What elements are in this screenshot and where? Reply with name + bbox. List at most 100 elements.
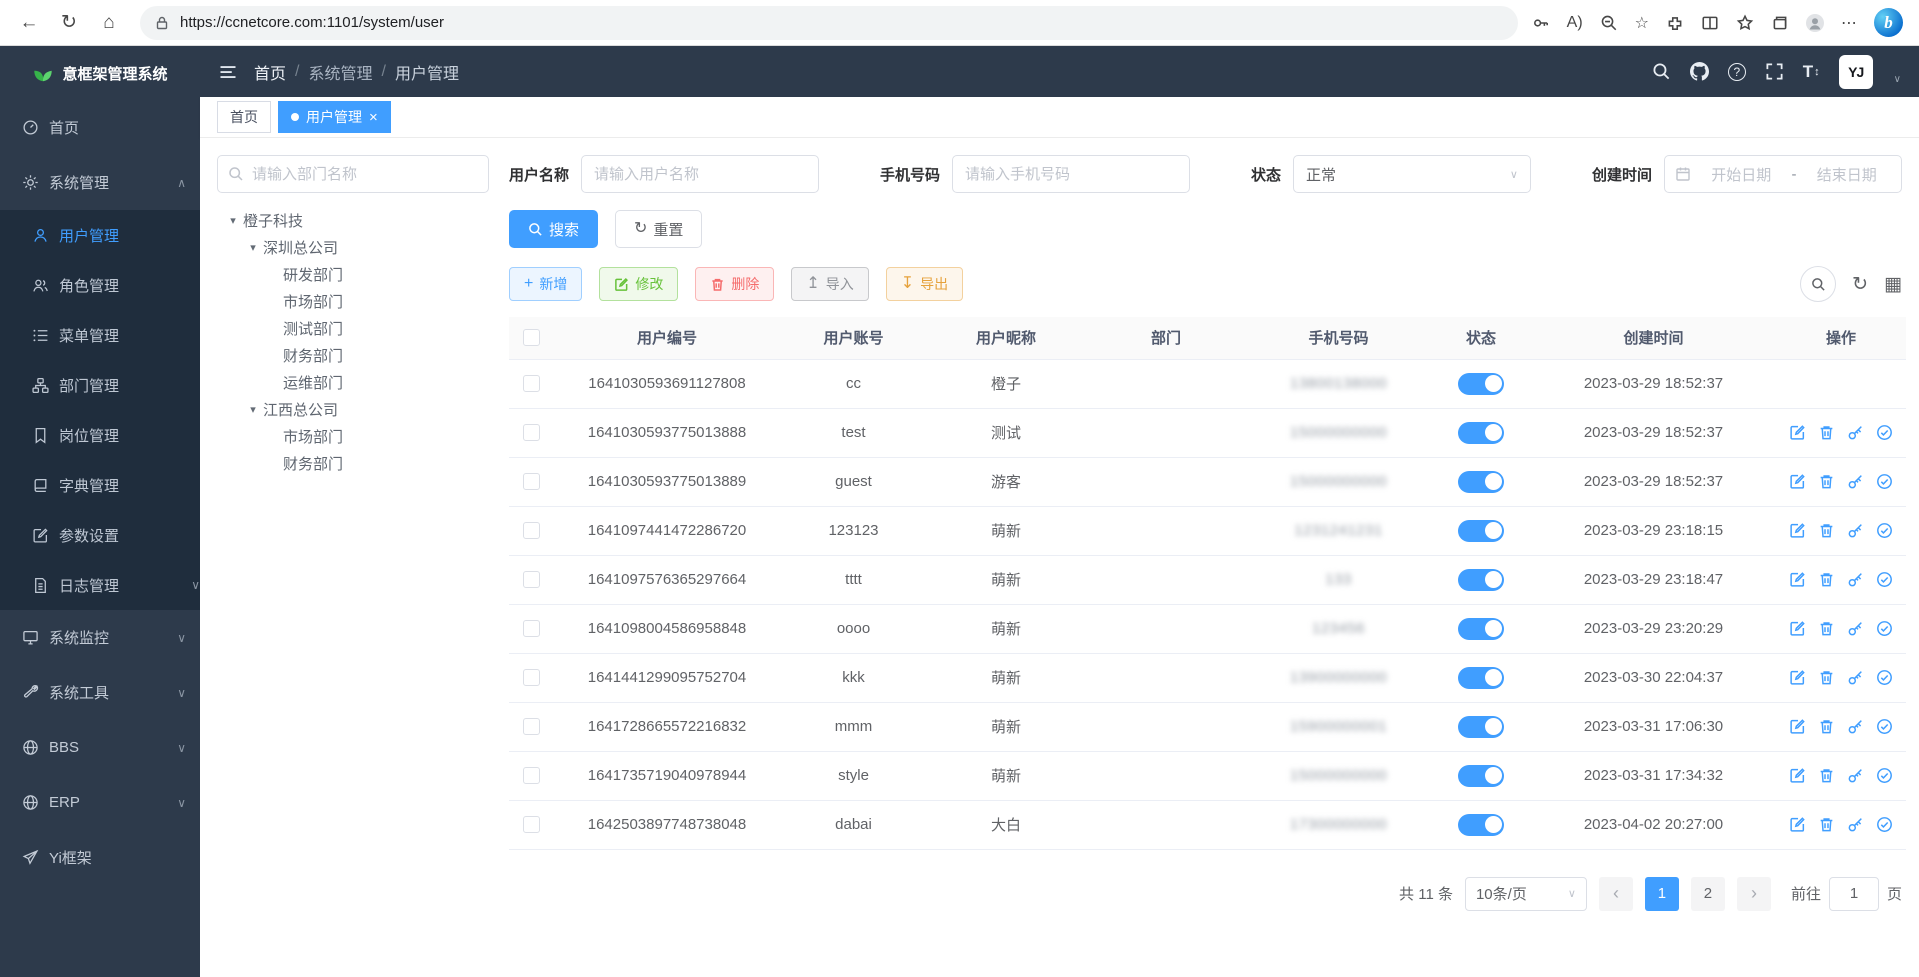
sidebar-item-erp[interactable]: ERP ∨: [0, 775, 200, 830]
assign-role-icon[interactable]: [1876, 816, 1893, 833]
delete-icon[interactable]: [1818, 718, 1835, 735]
sidebar-item-log-management[interactable]: 日志管理 ∨: [0, 560, 200, 610]
edit-icon[interactable]: [1789, 473, 1806, 490]
status-toggle[interactable]: [1458, 373, 1504, 395]
delete-icon[interactable]: [1818, 424, 1835, 441]
favorites-bar-icon[interactable]: [1736, 14, 1754, 32]
add-favorite-icon[interactable]: ☆: [1635, 13, 1649, 33]
extensions-icon[interactable]: [1666, 14, 1684, 32]
assign-role-icon[interactable]: [1876, 571, 1893, 588]
status-toggle[interactable]: [1458, 814, 1504, 836]
reset-password-icon[interactable]: [1847, 669, 1864, 686]
user-avatar[interactable]: YJ: [1839, 55, 1873, 89]
column-settings-icon[interactable]: ▦: [1884, 275, 1902, 294]
sidebar-item-monitor[interactable]: 系统监控 ∨: [0, 610, 200, 665]
page-2-button[interactable]: 2: [1691, 877, 1725, 911]
edit-icon[interactable]: [1789, 767, 1806, 784]
refresh-table-icon[interactable]: ↻: [1852, 275, 1868, 294]
assign-role-icon[interactable]: [1876, 767, 1893, 784]
assign-role-icon[interactable]: [1876, 473, 1893, 490]
delete-icon[interactable]: [1818, 473, 1835, 490]
reset-password-icon[interactable]: [1847, 571, 1864, 588]
tree-caret-icon[interactable]: ▾: [243, 403, 263, 416]
address-bar[interactable]: https://ccnetcore.com:1101/system/user: [140, 6, 1518, 40]
date-range-picker[interactable]: 开始日期 - 结束日期: [1664, 155, 1902, 193]
assign-role-icon[interactable]: [1876, 718, 1893, 735]
goto-page-input[interactable]: [1829, 877, 1879, 911]
collections-icon[interactable]: [1771, 14, 1789, 32]
reset-password-icon[interactable]: [1847, 767, 1864, 784]
zoom-icon[interactable]: [1600, 14, 1618, 32]
add-button[interactable]: + 新增: [509, 267, 582, 301]
tree-node[interactable]: 运维部门: [217, 369, 489, 396]
page-1-button[interactable]: 1: [1645, 877, 1679, 911]
edit-icon[interactable]: [1789, 816, 1806, 833]
saved-password-key-icon[interactable]: [1532, 14, 1550, 32]
page-size-select[interactable]: 10条/页 ∨: [1465, 877, 1587, 911]
tree-node[interactable]: 市场部门: [217, 288, 489, 315]
sidebar-item-menu-management[interactable]: 菜单管理: [0, 310, 200, 360]
status-toggle[interactable]: [1458, 618, 1504, 640]
row-checkbox[interactable]: [523, 767, 540, 784]
tree-caret-icon[interactable]: ▾: [243, 241, 263, 254]
tree-node[interactable]: 财务部门: [217, 342, 489, 369]
read-aloud-icon[interactable]: A): [1567, 14, 1583, 32]
reset-button[interactable]: ↻ 重置: [615, 210, 702, 248]
delete-icon[interactable]: [1818, 816, 1835, 833]
status-toggle[interactable]: [1458, 520, 1504, 542]
tree-node[interactable]: ▾ 深圳总公司: [217, 234, 489, 261]
tree-node[interactable]: 财务部门: [217, 450, 489, 477]
tab-home[interactable]: 首页: [217, 101, 271, 133]
row-checkbox[interactable]: [523, 571, 540, 588]
status-select[interactable]: 正常 ∨: [1293, 155, 1531, 193]
row-checkbox[interactable]: [523, 522, 540, 539]
font-size-icon[interactable]: T↕: [1803, 62, 1820, 82]
tree-node[interactable]: 市场部门: [217, 423, 489, 450]
row-checkbox[interactable]: [523, 718, 540, 735]
breadcrumb-system[interactable]: 系统管理: [308, 60, 372, 84]
export-button[interactable]: ↧ 导出: [886, 267, 963, 301]
header-search-icon[interactable]: [1652, 62, 1671, 81]
sidebar-toggle-icon[interactable]: [218, 62, 238, 82]
delete-icon[interactable]: [1818, 620, 1835, 637]
help-icon[interactable]: ?: [1728, 63, 1746, 81]
delete-icon[interactable]: [1818, 669, 1835, 686]
row-checkbox[interactable]: [523, 473, 540, 490]
dept-search-input[interactable]: [217, 155, 489, 193]
assign-role-icon[interactable]: [1876, 424, 1893, 441]
delete-icon[interactable]: [1818, 522, 1835, 539]
sidebar-item-home[interactable]: 首页: [0, 100, 200, 155]
username-input[interactable]: [581, 155, 819, 193]
edit-icon[interactable]: [1789, 620, 1806, 637]
reset-password-icon[interactable]: [1847, 718, 1864, 735]
tree-node[interactable]: 测试部门: [217, 315, 489, 342]
sidebar-item-config[interactable]: 参数设置: [0, 510, 200, 560]
import-button[interactable]: ↥ 导入: [791, 267, 868, 301]
tab-user-management[interactable]: 用户管理 ×: [278, 101, 391, 133]
sidebar-item-role-management[interactable]: 角色管理: [0, 260, 200, 310]
back-icon[interactable]: ←: [12, 6, 46, 40]
sidebar-item-yi-framework[interactable]: Yi框架: [0, 830, 200, 885]
refresh-icon[interactable]: ↻: [52, 6, 86, 40]
reset-password-icon[interactable]: [1847, 816, 1864, 833]
profile-avatar[interactable]: [1806, 14, 1824, 32]
sidebar-item-tools[interactable]: 系统工具 ∨: [0, 665, 200, 720]
copilot-bing-icon[interactable]: b: [1874, 8, 1903, 37]
edit-button[interactable]: 修改: [599, 267, 678, 301]
sidebar-item-bbs[interactable]: BBS ∨: [0, 720, 200, 775]
tree-node[interactable]: ▾ 橙子科技: [217, 207, 489, 234]
toggle-search-button[interactable]: [1800, 266, 1836, 302]
row-checkbox[interactable]: [523, 620, 540, 637]
assign-role-icon[interactable]: [1876, 522, 1893, 539]
status-toggle[interactable]: [1458, 471, 1504, 493]
breadcrumb-home[interactable]: 首页: [254, 60, 286, 84]
sidebar-item-dict-management[interactable]: 字典管理: [0, 460, 200, 510]
next-page-button[interactable]: ›: [1737, 877, 1771, 911]
github-icon[interactable]: [1690, 62, 1709, 81]
sidebar-item-post-management[interactable]: 岗位管理: [0, 410, 200, 460]
delete-icon[interactable]: [1818, 767, 1835, 784]
sidebar-item-system[interactable]: 系统管理 ∧: [0, 155, 200, 210]
status-toggle[interactable]: [1458, 422, 1504, 444]
select-all-checkbox[interactable]: [523, 329, 540, 346]
split-screen-icon[interactable]: [1701, 14, 1719, 32]
